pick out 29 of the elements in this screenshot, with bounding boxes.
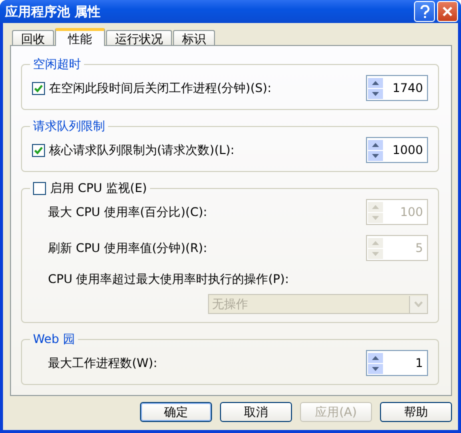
number-spinner[interactable]: 1000 xyxy=(366,137,428,163)
tab[interactable]: 运行状况 xyxy=(106,30,172,45)
checkbox-label[interactable]: 在空闲此段时间后关闭工作进程(分钟)(S): xyxy=(49,80,272,96)
chevron-down-icon xyxy=(414,301,423,307)
close-icon xyxy=(442,6,453,17)
tab[interactable]: 性能 xyxy=(55,28,105,46)
group-title: 空闲超时 xyxy=(32,56,82,73)
dialog-button[interactable]: 帮助 xyxy=(380,402,452,422)
checkbox[interactable] xyxy=(32,144,45,156)
field-label: CPU 使用率超过最大使用率时执行的操作(P): xyxy=(48,271,290,288)
tab[interactable]: 回收 xyxy=(12,30,54,45)
group-title: Web 园 xyxy=(32,331,76,348)
checkbox-label[interactable]: 启用 CPU 监视(E) xyxy=(50,180,147,197)
checkbox-label[interactable]: 核心请求队列限制为(请求次数)(L): xyxy=(49,142,234,158)
dialog-button[interactable]: 取消 xyxy=(220,402,292,422)
group-title: 请求队列限制 xyxy=(32,118,106,135)
number-spinner[interactable]: 1 xyxy=(366,350,428,376)
close-button[interactable] xyxy=(437,1,458,22)
field-label: 最大工作进程数(W): xyxy=(48,354,158,372)
window-title: 应用程序池 属性 xyxy=(5,4,102,20)
checkbox[interactable] xyxy=(33,182,46,195)
number-spinner[interactable]: 1740 xyxy=(366,75,428,101)
field-label: 刷新 CPU 使用率值(分钟)(R): xyxy=(48,240,208,256)
checkbox[interactable] xyxy=(32,82,45,94)
dialog-button[interactable]: 确定 xyxy=(140,402,212,422)
field-label: 最大 CPU 使用率(百分比)(C): xyxy=(48,204,208,220)
help-icon xyxy=(420,5,430,18)
tab[interactable]: 标识 xyxy=(173,30,215,45)
help-button[interactable] xyxy=(414,1,435,22)
